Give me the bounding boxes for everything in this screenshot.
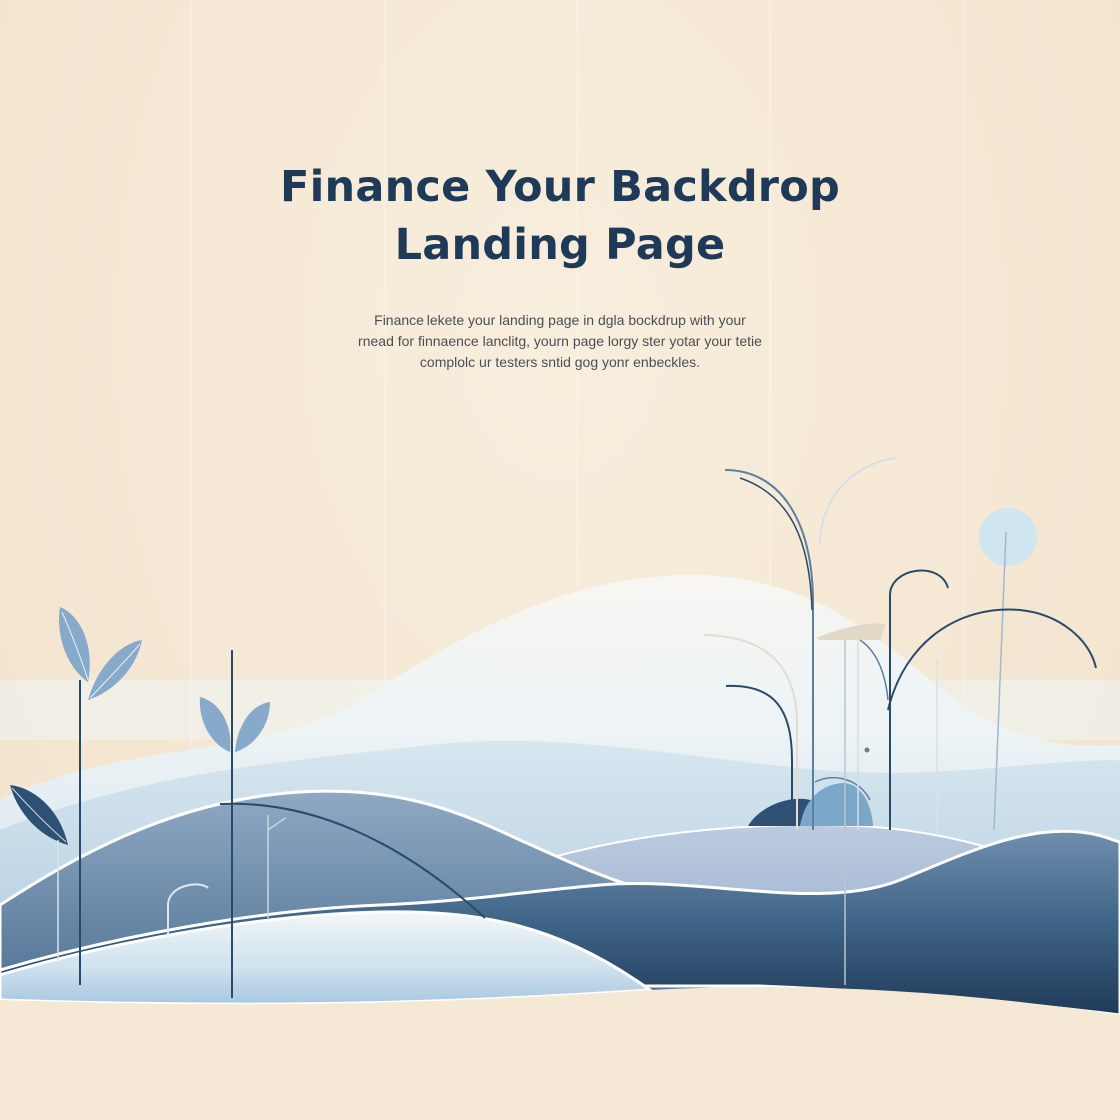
landscape-illustration [0,457,1120,1120]
title-line-2: Landing Page [394,220,726,270]
foreground-ground [0,987,1120,1120]
description-line-3: complolc ur testers sntid gog yonr enbec… [419,354,701,370]
faint-stalk [819,457,896,546]
title-line-1: Finance Your Backdrop [280,162,840,212]
description-line-2: rnead for finnaence lanclitg, yourn page… [358,333,762,349]
page-title: Finance Your Backdrop Landing Page [0,158,1120,274]
hero-description: Finance lekete your landing page in dgla… [320,310,800,373]
sun-circle-icon [979,508,1037,566]
description-line-1: Finance lekete your landing page in dgla… [374,312,746,328]
mist-band [0,680,1120,740]
hero-section: Finance Your Backdrop Landing Page Finan… [0,158,1120,373]
